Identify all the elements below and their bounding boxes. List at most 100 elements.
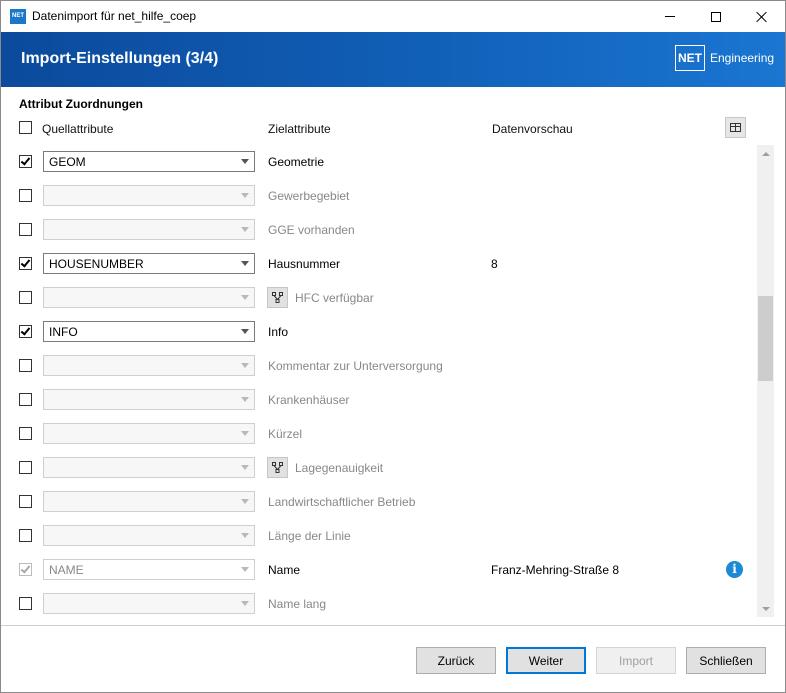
row-checkbox[interactable] [19, 529, 32, 542]
source-attribute-select[interactable] [43, 457, 255, 478]
row-checkbox[interactable] [19, 597, 32, 610]
chevron-down-icon [241, 295, 249, 300]
row-checkbox[interactable] [19, 563, 32, 576]
close-window-button[interactable] [739, 1, 785, 32]
checkmark-icon [20, 325, 31, 336]
source-attribute-select[interactable] [43, 593, 255, 614]
row-checkbox[interactable] [19, 291, 32, 304]
source-attribute-select[interactable]: INFO [43, 321, 255, 342]
source-attribute-value: GEOM [49, 155, 86, 169]
preview-value: 8 [491, 257, 498, 271]
maximize-icon [711, 11, 721, 22]
source-attribute-select[interactable] [43, 185, 255, 206]
close-button[interactable]: Schließen [686, 647, 766, 674]
target-attribute-label: GGE vorhanden [268, 223, 355, 237]
target-attribute-label: Landwirtschaftlicher Betrieb [268, 495, 416, 509]
column-header-preview: Datenvorschau [492, 122, 573, 136]
source-attribute-select[interactable] [43, 355, 255, 376]
source-attribute-select[interactable]: GEOM [43, 151, 255, 172]
table-view-button[interactable] [725, 117, 746, 138]
chevron-down-icon [241, 227, 249, 232]
chevron-up-icon [761, 151, 770, 156]
chevron-down-icon [241, 159, 249, 164]
chevron-down-icon [241, 363, 249, 368]
row-checkbox[interactable] [19, 257, 32, 270]
mapping-row: Kürzel [1, 417, 757, 451]
back-button[interactable]: Zurück [416, 647, 496, 674]
next-button[interactable]: Weiter [506, 647, 586, 674]
scroll-down-button[interactable] [757, 600, 774, 617]
chevron-down-icon [241, 567, 249, 572]
chevron-down-icon [241, 601, 249, 606]
info-icon[interactable]: i [726, 561, 743, 578]
brand-text: Engineering [710, 51, 775, 65]
source-attribute-select[interactable] [43, 491, 255, 512]
target-attribute-label: Name [268, 563, 301, 577]
close-icon [756, 11, 768, 23]
row-checkbox[interactable] [19, 393, 32, 406]
mapping-row: HFC verfügbar [1, 281, 757, 315]
source-attribute-select[interactable]: HOUSENUMBER [43, 253, 255, 274]
row-checkbox[interactable] [19, 189, 32, 202]
hierarchy-button[interactable] [267, 457, 288, 478]
source-attribute-select[interactable] [43, 287, 255, 308]
footer-divider [1, 625, 785, 626]
mapping-row: Krankenhäuser [1, 383, 757, 417]
row-checkbox[interactable] [19, 427, 32, 440]
section-title: Attribut Zuordnungen [19, 97, 143, 111]
window-title: Datenimport für net_hilfe_coep [32, 9, 197, 23]
source-attribute-select[interactable] [43, 219, 255, 240]
import-dialog-window: NET Datenimport für net_hilfe_coep Impor… [0, 0, 786, 693]
checkmark-icon [20, 257, 31, 268]
source-attribute-select[interactable] [43, 525, 255, 546]
mapping-row: Gewerbegebiet [1, 179, 757, 213]
attribute-mapping-list: GEOM Geometrie Gewerbegebiet GGE vorhanden H… [1, 145, 757, 617]
mapping-row: HOUSENUMBER Hausnummer 8 [1, 247, 757, 281]
row-checkbox[interactable] [19, 359, 32, 372]
row-checkbox[interactable] [19, 461, 32, 474]
minimize-button[interactable] [647, 1, 693, 32]
row-checkbox[interactable] [19, 155, 32, 168]
column-header-source: Quellattribute [42, 122, 114, 136]
preview-value: Franz-Mehring-Straße 8 [491, 563, 620, 577]
chevron-down-icon [241, 193, 249, 198]
mapping-row: GEOM Geometrie [1, 145, 757, 179]
checkmark-icon [20, 563, 31, 574]
page-title: Import-Einstellungen (3/4) [21, 50, 219, 67]
hierarchy-icon [272, 462, 283, 473]
select-all-checkbox[interactable] [19, 121, 32, 134]
app-icon: NET [10, 9, 26, 24]
brand-logo: NET [675, 45, 705, 71]
mapping-row: INFO Info [1, 315, 757, 349]
table-icon [730, 123, 741, 132]
source-attribute-select[interactable] [43, 389, 255, 410]
mapping-row: Kommentar zur Unterversorgung [1, 349, 757, 383]
target-attribute-label: Info [268, 325, 289, 339]
import-button[interactable]: Import [596, 647, 676, 674]
row-checkbox[interactable] [19, 223, 32, 236]
scroll-up-button[interactable] [757, 145, 774, 162]
source-attribute-select[interactable]: NAME [43, 559, 255, 580]
source-attribute-select[interactable] [43, 423, 255, 444]
chevron-down-icon [241, 431, 249, 436]
row-checkbox[interactable] [19, 495, 32, 508]
mapping-row: GGE vorhanden [1, 213, 757, 247]
chevron-down-icon [241, 329, 249, 334]
chevron-down-icon [241, 533, 249, 538]
hierarchy-button[interactable] [267, 287, 288, 308]
scroll-thumb[interactable] [758, 296, 773, 381]
hierarchy-icon [272, 292, 283, 303]
target-attribute-label: Kürzel [268, 427, 303, 441]
target-attribute-label: Name lang [268, 597, 327, 611]
chevron-down-icon [241, 261, 249, 266]
maximize-button[interactable] [693, 1, 739, 32]
source-attribute-value: HOUSENUMBER [49, 257, 144, 271]
mapping-row: Lagegenauigkeit [1, 451, 757, 485]
mapping-row: Landwirtschaftlicher Betrieb [1, 485, 757, 519]
mapping-row: Länge der Linie [1, 519, 757, 553]
chevron-down-icon [241, 465, 249, 470]
mapping-row: NAME Name Franz-Mehring-Straße 8 i [1, 553, 757, 587]
row-checkbox[interactable] [19, 325, 32, 338]
target-attribute-label: Kommentar zur Unterversorgung [268, 359, 443, 373]
vertical-scrollbar[interactable] [757, 145, 774, 617]
